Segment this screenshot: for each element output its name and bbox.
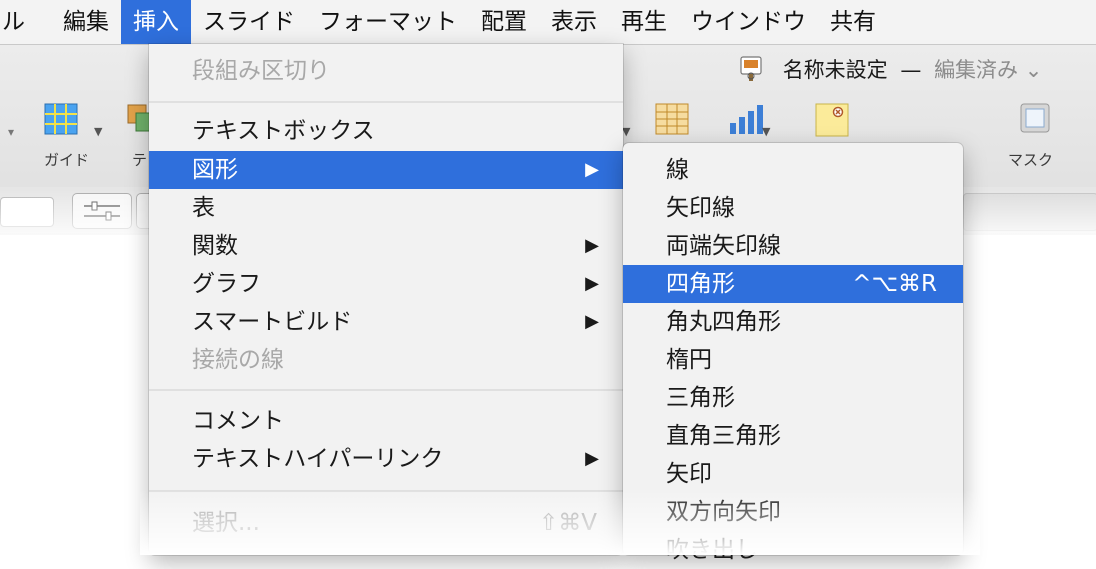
menu-item-shortcut: ⇧⌘V bbox=[538, 510, 597, 536]
table-tool[interactable] bbox=[652, 103, 692, 143]
menu-item-label: 選択... bbox=[192, 510, 260, 536]
menu-window[interactable]: ウインドウ bbox=[679, 0, 818, 44]
submenu-arrow-icon: ▶ bbox=[585, 235, 599, 256]
submenu-item-label: 楕円 bbox=[666, 347, 712, 373]
comment-icon bbox=[815, 103, 849, 137]
menu-item-text-box[interactable]: テキストボックス bbox=[149, 112, 623, 150]
submenu-item-rectangle[interactable]: 四角形 ^⌥⌘R bbox=[623, 265, 963, 303]
menu-share[interactable]: 共有 bbox=[818, 0, 888, 44]
chart-tool[interactable]: ▼ bbox=[716, 103, 776, 143]
submenu-item-ellipse[interactable]: 楕円 bbox=[623, 341, 963, 379]
submenu-item-triangle[interactable]: 三角形 bbox=[623, 379, 963, 417]
mask-label: マスク bbox=[1008, 151, 1054, 169]
document-name: 名称未設定 bbox=[782, 58, 888, 82]
menu-item-label: 接続の線 bbox=[192, 347, 284, 373]
table-icon bbox=[655, 103, 689, 135]
submenu-item-label: 両端矢印線 bbox=[666, 233, 781, 259]
submenu-item-label: 四角形 bbox=[666, 271, 735, 297]
menu-view[interactable]: 表示 bbox=[539, 0, 609, 44]
menu-item-shape[interactable]: 図形 ▶ bbox=[149, 151, 623, 189]
separator bbox=[149, 101, 623, 103]
menu-play[interactable]: 再生 bbox=[609, 0, 679, 44]
te-label: テ bbox=[132, 151, 148, 169]
menu-file-partial[interactable]: ル bbox=[0, 0, 51, 44]
submenu-item-label: 直角三角形 bbox=[666, 423, 781, 449]
document-title[interactable]: 名称未設定 — 編集済み ⌄ bbox=[740, 55, 1042, 85]
menu-format[interactable]: フォーマット bbox=[307, 0, 469, 44]
menu-item-label: 段組み区切り bbox=[192, 58, 330, 84]
guide-label: ガイド bbox=[44, 151, 90, 169]
menu-item-smart-build[interactable]: スマートビルド ▶ bbox=[149, 303, 623, 341]
submenu-item-double-arrow-line[interactable]: 両端矢印線 bbox=[623, 227, 963, 265]
submenu-item-label: 三角形 bbox=[666, 385, 735, 411]
submenu-item-label: 線 bbox=[666, 157, 689, 183]
submenu-item-label: 矢印線 bbox=[666, 195, 735, 221]
menu-item-label: コメント bbox=[192, 408, 284, 434]
submenu-item-label: 矢印 bbox=[666, 461, 712, 487]
document-edited-status: 編集済み bbox=[934, 58, 1019, 82]
menu-item-table[interactable]: 表 bbox=[149, 189, 623, 227]
guide-tool[interactable]: ▼ ガイド bbox=[40, 103, 110, 173]
chevron-down-icon: ▼ bbox=[94, 125, 103, 138]
submenu-arrow-icon: ▶ bbox=[585, 311, 599, 332]
mask-tool[interactable]: マスク bbox=[1000, 103, 1070, 173]
menu-item-choose[interactable]: 選択... ⇧⌘V bbox=[149, 504, 623, 542]
shapes-tool[interactable]: テ bbox=[122, 103, 154, 173]
menu-insert[interactable]: 挿入 bbox=[121, 0, 191, 44]
menu-item-chart[interactable]: グラフ ▶ bbox=[149, 265, 623, 303]
menu-edit[interactable]: 編集 bbox=[51, 0, 121, 44]
mask-icon bbox=[1020, 103, 1050, 133]
submenu-item-arrow[interactable]: 矢印 bbox=[623, 455, 963, 493]
submenu-item-label: 角丸四角形 bbox=[666, 309, 781, 335]
menu-arrange[interactable]: 配置 bbox=[469, 0, 539, 44]
submenu-item-label: 吹き出し bbox=[666, 537, 758, 563]
shape-submenu: 線 矢印線 両端矢印線 四角形 ^⌥⌘R 角丸四角形 楕円 三角形 直角三角形 … bbox=[623, 143, 963, 563]
separator bbox=[149, 490, 623, 492]
menu-bar: ル 編集 挿入 スライド フォーマット 配置 表示 再生 ウインドウ 共有 bbox=[0, 0, 1096, 45]
insert-menu: 段組み区切り テキストボックス 図形 ▶ 表 関数 ▶ グラフ ▶ スマートビル… bbox=[149, 44, 623, 555]
submenu-arrow-icon: ▶ bbox=[585, 273, 599, 294]
submenu-item-callout[interactable]: 吹き出し bbox=[623, 531, 963, 569]
keynote-document-icon bbox=[740, 56, 762, 82]
submenu-arrow-icon: ▶ bbox=[585, 448, 599, 469]
separator bbox=[149, 389, 623, 391]
chevron-left-fragment-icon: ▾ bbox=[8, 125, 15, 139]
menu-item-function[interactable]: 関数 ▶ bbox=[149, 227, 623, 265]
submenu-item-double-arrow[interactable]: 双方向矢印 bbox=[623, 493, 963, 531]
chevron-down-icon: ⌄ bbox=[1024, 58, 1043, 82]
submenu-item-shortcut: ^⌥⌘R bbox=[852, 271, 937, 297]
submenu-item-right-triangle[interactable]: 直角三角形 bbox=[623, 417, 963, 455]
menu-slide[interactable]: スライド bbox=[191, 0, 307, 44]
menu-item-label: スマートビルド bbox=[192, 309, 353, 335]
submenu-item-arrow-line[interactable]: 矢印線 bbox=[623, 189, 963, 227]
menu-item-label: 図形 bbox=[192, 157, 238, 183]
menu-item-column-break[interactable]: 段組み区切り bbox=[149, 52, 623, 90]
chart-icon bbox=[730, 105, 763, 134]
menu-item-label: テキストハイパーリンク bbox=[192, 446, 444, 472]
submenu-item-rounded-rectangle[interactable]: 角丸四角形 bbox=[623, 303, 963, 341]
submenu-arrow-icon: ▶ bbox=[585, 159, 599, 180]
caret-fragment: ▼ bbox=[622, 125, 631, 138]
comment-tool[interactable] bbox=[812, 103, 852, 143]
title-dash: — bbox=[900, 58, 922, 82]
menu-item-label: 表 bbox=[192, 195, 215, 221]
menu-item-label: テキストボックス bbox=[192, 118, 375, 144]
submenu-item-line[interactable]: 線 bbox=[623, 151, 963, 189]
menu-item-connection-line[interactable]: 接続の線 bbox=[149, 341, 623, 379]
menu-item-comment[interactable]: コメント bbox=[149, 402, 623, 440]
grid-guide-icon bbox=[44, 103, 78, 135]
chevron-down-icon: ▼ bbox=[762, 125, 771, 138]
menu-item-label: グラフ bbox=[192, 271, 261, 297]
submenu-item-label: 双方向矢印 bbox=[666, 499, 781, 525]
menu-item-label: 関数 bbox=[192, 233, 238, 259]
menu-item-text-hyperlink[interactable]: テキストハイパーリンク ▶ bbox=[149, 440, 623, 478]
